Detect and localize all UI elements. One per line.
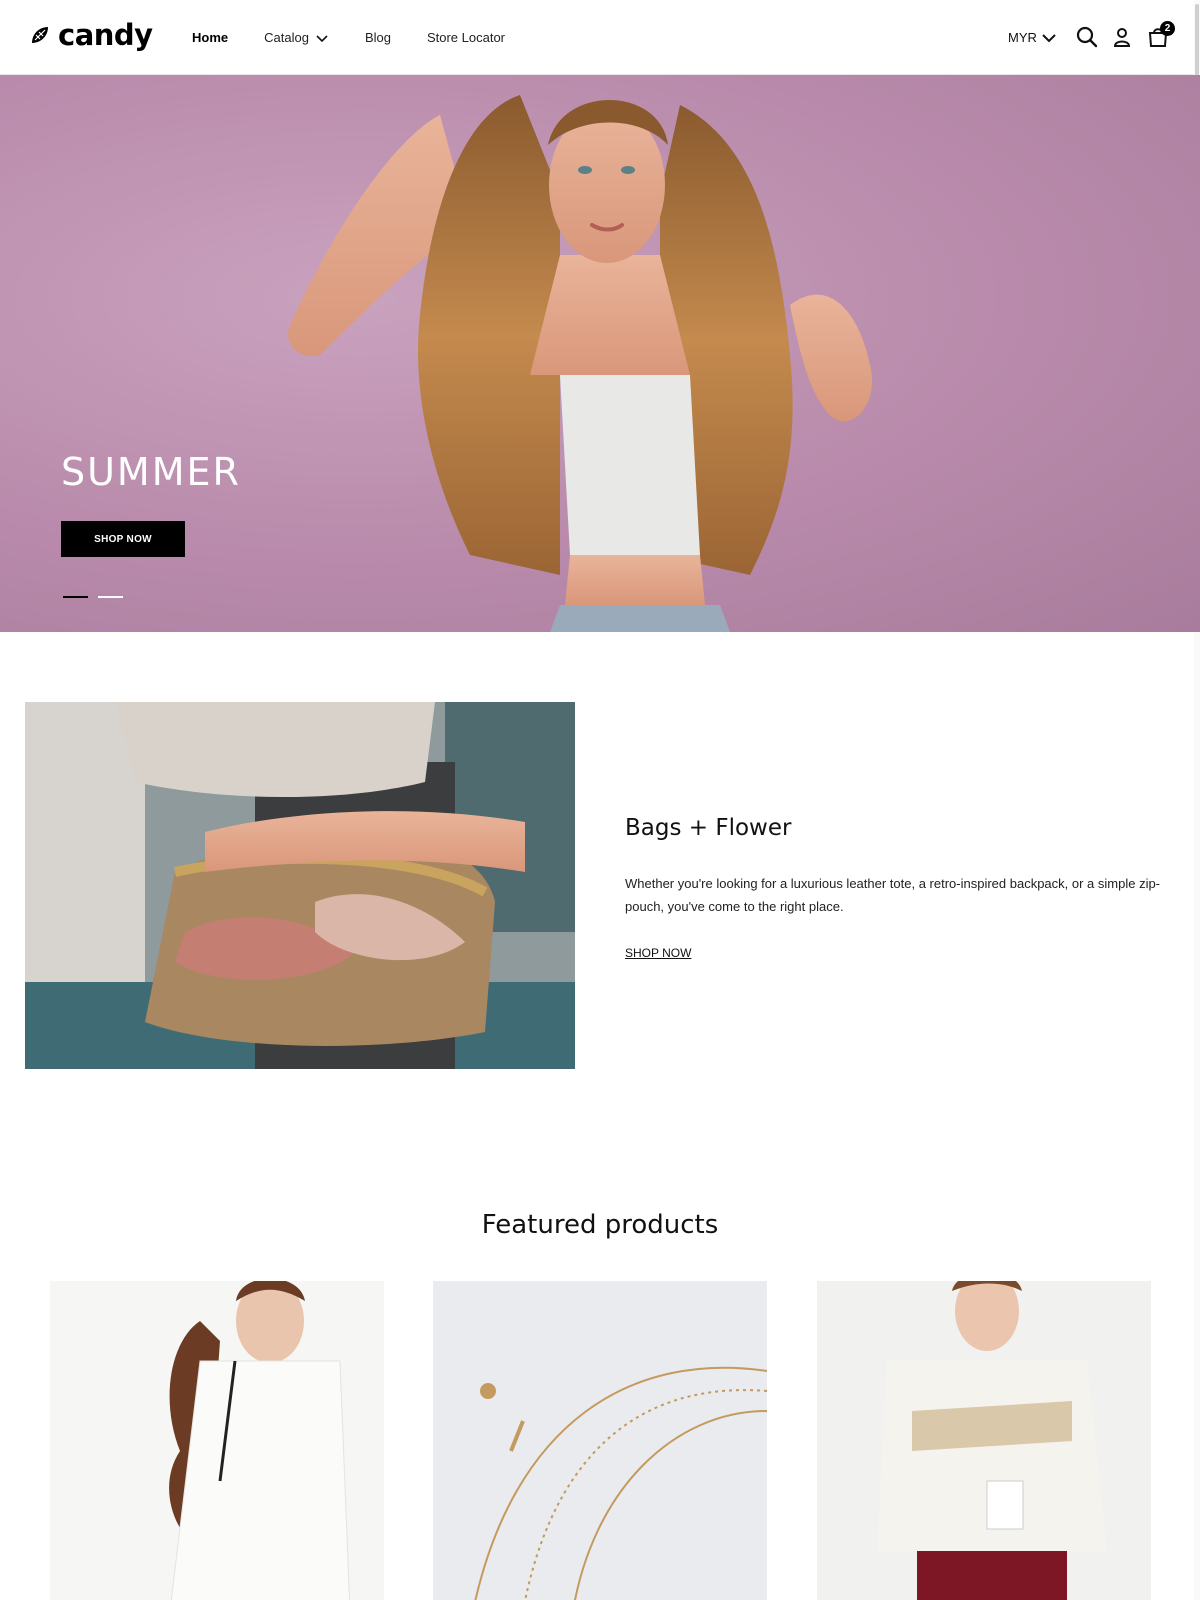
feature-shop-now-link[interactable]: SHOP NOW [625, 946, 691, 960]
nav-home[interactable]: Home [192, 30, 228, 45]
chevron-down-icon [316, 34, 328, 42]
slide-dot-2[interactable] [98, 596, 123, 598]
search-icon[interactable] [1074, 24, 1100, 50]
nav-blog[interactable]: Blog [365, 30, 391, 45]
nav-home-label: Home [192, 30, 229, 45]
feature-title: Bags + Flower [625, 815, 792, 841]
account-icon[interactable] [1109, 24, 1135, 50]
featured-products-title: Featured products [481, 1210, 719, 1240]
product-image-white-blouse [50, 1281, 384, 1600]
slide-dot-1[interactable] [63, 596, 88, 598]
nav-catalog[interactable]: Catalog [264, 30, 329, 45]
cart-count-badge: 2 [1160, 21, 1175, 36]
logo-text: candy [58, 18, 153, 52]
hero-title: SUMMER [61, 450, 241, 494]
nav-catalog-label: Catalog [264, 30, 309, 45]
site-header: candy Home Catalog Blog Store Locator MY… [0, 0, 1200, 75]
currency-selector[interactable]: MYR [1008, 30, 1057, 45]
logo[interactable]: candy [28, 18, 153, 52]
product-card-3[interactable] [817, 1281, 1151, 1600]
hero-slideshow: SUMMER SHOP NOW [0, 75, 1200, 632]
nav-store-locator[interactable]: Store Locator [427, 30, 505, 45]
product-card-1[interactable] [50, 1281, 384, 1600]
product-image-au-revoir-sweater [817, 1281, 1151, 1600]
feature-description: Whether you're looking for a luxurious l… [625, 876, 1161, 914]
hero-shop-now-button[interactable]: SHOP NOW [61, 521, 185, 557]
product-card-2[interactable] [433, 1281, 767, 1600]
product-image-gold-necklace [433, 1281, 767, 1600]
bag-illustration [25, 702, 575, 1069]
nav-blog-label: Blog [364, 30, 391, 45]
lemon-slice-icon [32, 27, 48, 43]
currency-label: MYR [1008, 30, 1037, 45]
main-nav: Home Catalog Blog Store Locator [192, 30, 541, 45]
chevron-down-icon [1042, 33, 1056, 42]
feature-image-bag [25, 702, 575, 1069]
nav-store-locator-label: Store Locator [426, 30, 506, 45]
